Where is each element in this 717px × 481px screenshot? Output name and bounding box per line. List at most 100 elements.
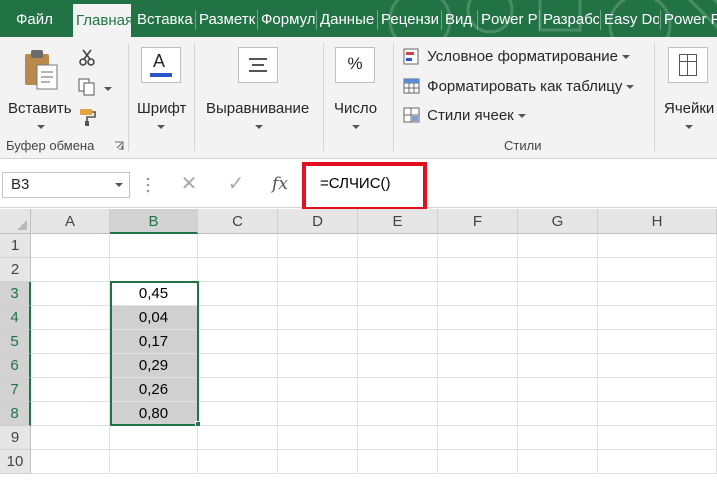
row-header-4[interactable]: 4 <box>0 306 31 330</box>
cell-f9[interactable] <box>438 426 518 450</box>
cut-icon[interactable] <box>78 49 96 67</box>
select-all-button[interactable] <box>0 209 31 234</box>
tab-power-pivot[interactable]: Power P <box>478 0 538 37</box>
cell-h1[interactable] <box>598 234 717 258</box>
cell-d2[interactable] <box>278 258 358 282</box>
cell-e2[interactable] <box>358 258 438 282</box>
cells-button[interactable]: Ячейки <box>660 45 717 130</box>
cell-g8[interactable] <box>518 402 598 426</box>
cell-d8[interactable] <box>278 402 358 426</box>
cell-c4[interactable] <box>198 306 278 330</box>
format-painter-icon[interactable] <box>78 106 98 126</box>
cell-g2[interactable] <box>518 258 598 282</box>
paste-button[interactable]: Вставить <box>4 45 74 130</box>
cell-c3[interactable] <box>198 282 278 306</box>
row-header-10[interactable]: 10 <box>0 450 31 474</box>
cell-b7[interactable]: 0,26 <box>110 378 198 402</box>
row-header-2[interactable]: 2 <box>0 258 31 282</box>
cell-f1[interactable] <box>438 234 518 258</box>
cell-a5[interactable] <box>31 330 110 354</box>
cell-h2[interactable] <box>598 258 717 282</box>
cell-b6[interactable]: 0,29 <box>110 354 198 378</box>
chevron-down-icon[interactable] <box>115 183 123 187</box>
spreadsheet-grid[interactable]: A B C D E F G H 1 2 3 0,45 4 0,04 5 0,17 6 0,29 7 0,26 8 0,80… <box>0 209 717 481</box>
cell-e1[interactable] <box>358 234 438 258</box>
cell-e8[interactable] <box>358 402 438 426</box>
tab-developer[interactable]: Разрабс <box>540 0 599 37</box>
cell-a3[interactable] <box>31 282 110 306</box>
cell-a6[interactable] <box>31 354 110 378</box>
column-header-d[interactable]: D <box>278 209 358 234</box>
cell-d3[interactable] <box>278 282 358 306</box>
cell-a1[interactable] <box>31 234 110 258</box>
cell-d4[interactable] <box>278 306 358 330</box>
cell-c7[interactable] <box>198 378 278 402</box>
column-header-f[interactable]: F <box>438 209 518 234</box>
alignment-button[interactable]: Выравнивание <box>200 45 318 130</box>
cell-a8[interactable] <box>31 402 110 426</box>
column-header-h[interactable]: H <box>598 209 717 234</box>
cell-e9[interactable] <box>358 426 438 450</box>
format-as-table-button[interactable]: Форматировать как таблицу <box>403 75 635 99</box>
cell-a10[interactable] <box>31 450 110 474</box>
cell-c2[interactable] <box>198 258 278 282</box>
cell-h4[interactable] <box>598 306 717 330</box>
cell-g4[interactable] <box>518 306 598 330</box>
cell-e3[interactable] <box>358 282 438 306</box>
drag-handle-icon[interactable] <box>146 176 150 194</box>
cell-d6[interactable] <box>278 354 358 378</box>
cell-c10[interactable] <box>198 450 278 474</box>
chevron-down-icon[interactable] <box>104 87 112 91</box>
number-button[interactable]: % Число <box>328 45 384 130</box>
cell-d10[interactable] <box>278 450 358 474</box>
cell-b4[interactable]: 0,04 <box>110 306 198 330</box>
cell-a9[interactable] <box>31 426 110 450</box>
fill-handle[interactable] <box>195 421 201 427</box>
column-header-g[interactable]: G <box>518 209 598 234</box>
cell-h8[interactable] <box>598 402 717 426</box>
cell-g9[interactable] <box>518 426 598 450</box>
cell-b8[interactable]: 0,80 <box>110 402 198 426</box>
cell-b3[interactable]: 0,45 <box>110 282 198 306</box>
cell-e6[interactable] <box>358 354 438 378</box>
cell-f6[interactable] <box>438 354 518 378</box>
tab-page-layout[interactable]: Разметк <box>196 0 256 37</box>
row-header-1[interactable]: 1 <box>0 234 31 258</box>
cell-e7[interactable] <box>358 378 438 402</box>
dialog-launcher-icon[interactable] <box>114 141 124 151</box>
cell-e5[interactable] <box>358 330 438 354</box>
name-box[interactable]: B3 <box>2 172 130 198</box>
cell-g10[interactable] <box>518 450 598 474</box>
cell-b10[interactable] <box>110 450 198 474</box>
tab-power-query[interactable]: Power P <box>661 0 717 37</box>
column-header-e[interactable]: E <box>358 209 438 234</box>
cell-h7[interactable] <box>598 378 717 402</box>
tab-review[interactable]: Рецензи <box>378 0 440 37</box>
tab-data[interactable]: Данные <box>317 0 377 37</box>
row-header-3[interactable]: 3 <box>0 282 31 306</box>
cell-a4[interactable] <box>31 306 110 330</box>
cell-e4[interactable] <box>358 306 438 330</box>
tab-home[interactable]: Главная <box>73 4 131 37</box>
cell-h5[interactable] <box>598 330 717 354</box>
cell-a2[interactable] <box>31 258 110 282</box>
tab-insert[interactable]: Вставка <box>134 0 194 37</box>
cell-d5[interactable] <box>278 330 358 354</box>
cell-g7[interactable] <box>518 378 598 402</box>
cell-d1[interactable] <box>278 234 358 258</box>
column-header-b[interactable]: B <box>110 209 198 234</box>
cell-h10[interactable] <box>598 450 717 474</box>
row-header-5[interactable]: 5 <box>0 330 31 354</box>
column-header-c[interactable]: C <box>198 209 278 234</box>
row-header-6[interactable]: 6 <box>0 354 31 378</box>
cell-d7[interactable] <box>278 378 358 402</box>
cancel-icon[interactable]: ✕ <box>175 171 203 197</box>
cell-b9[interactable] <box>110 426 198 450</box>
cell-c8[interactable] <box>198 402 278 426</box>
cell-f10[interactable] <box>438 450 518 474</box>
cell-e10[interactable] <box>358 450 438 474</box>
cell-c1[interactable] <box>198 234 278 258</box>
cell-c9[interactable] <box>198 426 278 450</box>
cell-g3[interactable] <box>518 282 598 306</box>
cell-c6[interactable] <box>198 354 278 378</box>
